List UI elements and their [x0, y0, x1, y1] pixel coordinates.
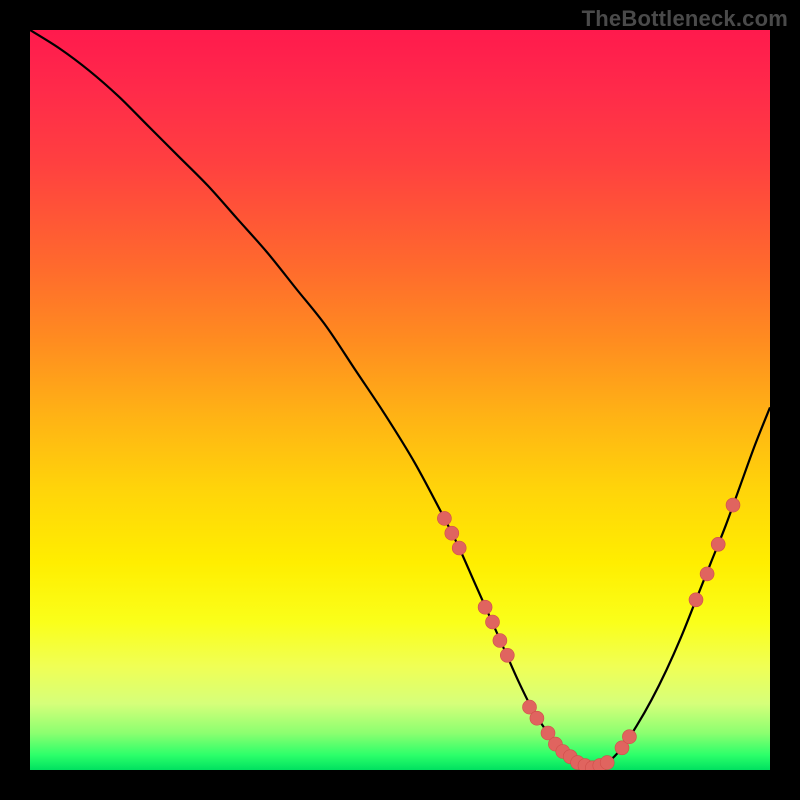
chart-frame: TheBottleneck.com: [0, 0, 800, 800]
data-marker: [530, 711, 544, 725]
data-marker: [689, 593, 703, 607]
data-marker: [711, 537, 725, 551]
chart-svg: [30, 30, 770, 770]
data-marker: [600, 756, 614, 770]
data-marker: [452, 541, 466, 555]
data-marker: [500, 648, 514, 662]
plot-area: [30, 30, 770, 770]
watermark-text: TheBottleneck.com: [582, 6, 788, 32]
data-marker: [622, 730, 636, 744]
data-marker: [486, 615, 500, 629]
data-marker: [700, 567, 714, 581]
data-marker: [445, 526, 459, 540]
data-marker: [726, 498, 740, 512]
data-markers: [437, 498, 740, 770]
data-marker: [478, 600, 492, 614]
bottleneck-curve: [30, 30, 770, 768]
data-marker: [437, 511, 451, 525]
data-marker: [493, 634, 507, 648]
